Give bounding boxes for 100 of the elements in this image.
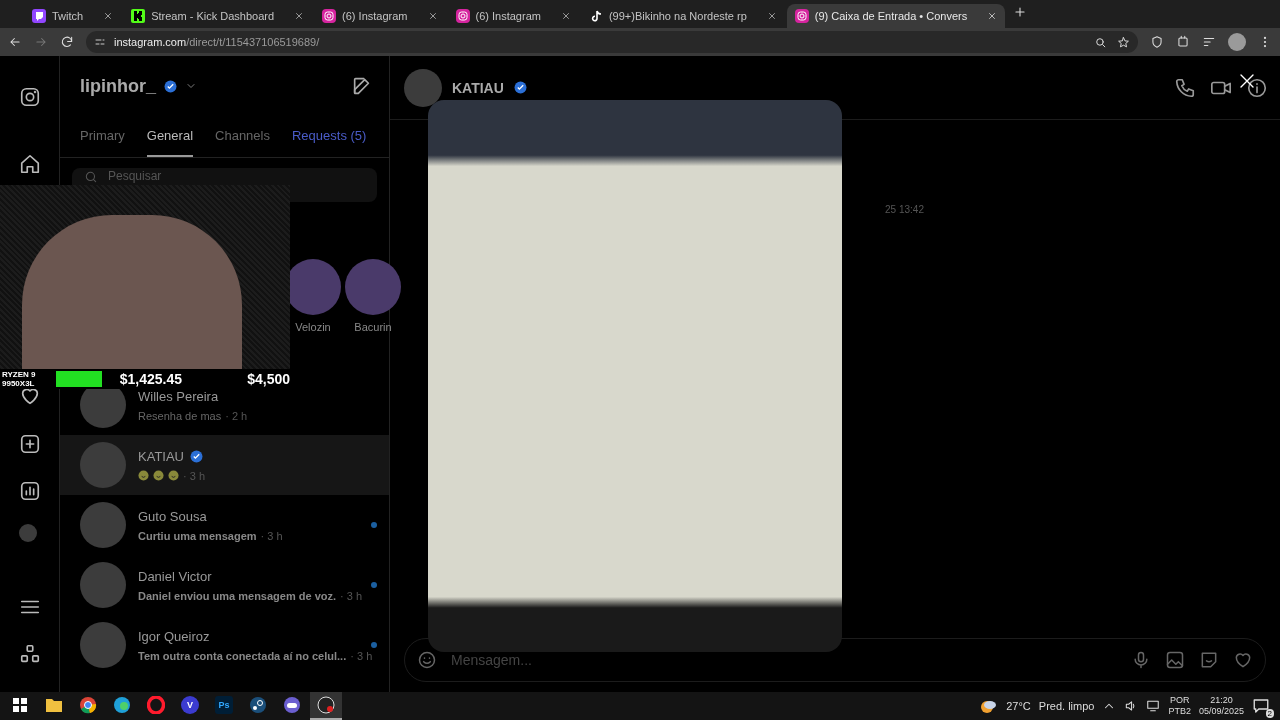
phone-icon	[1174, 76, 1196, 99]
cpu-label: RYZEN 9 9950X3L	[1, 370, 37, 388]
steam-icon[interactable]	[249, 696, 267, 714]
image-icon	[1165, 650, 1185, 670]
zoom-icon	[1094, 35, 1107, 49]
close-icon	[1238, 72, 1256, 90]
shield-icon	[1150, 35, 1164, 49]
heart-icon	[1233, 650, 1253, 670]
input-language[interactable]: POR	[1169, 695, 1190, 706]
inbox-tab[interactable]: Primary	[80, 116, 125, 157]
edge-icon[interactable]	[113, 696, 131, 714]
inbox-tab[interactable]: General	[146, 116, 194, 157]
emoji-icon	[153, 470, 164, 481]
conversation-row[interactable]: Guto Sousa Curtiu uma mensagem · 3 h	[60, 495, 389, 555]
emoji-icon	[168, 470, 179, 481]
search-icon	[84, 170, 98, 184]
note-name: Bacurin	[354, 321, 392, 333]
sticker-icon	[1199, 650, 1219, 670]
conversation-row[interactable]: Igor Queiroz Tem outra conta conectada aí no celul... · 3 h	[60, 615, 389, 675]
reading-list-icon	[1202, 35, 1216, 49]
note-name: Velozin	[295, 321, 331, 333]
contact-name: KATIAU	[138, 448, 184, 464]
message-time: · 3 h	[340, 589, 363, 602]
close-icon	[766, 11, 777, 21]
emoji-icon	[138, 470, 149, 481]
instagram-logo-icon	[455, 9, 470, 23]
conversation-row[interactable]: Daniel Victor Daniel enviou uma mensagem de voz. · 3 h	[60, 555, 389, 615]
app-icon[interactable]: V	[181, 696, 199, 714]
inbox-tab[interactable]: Requests (5)	[291, 116, 367, 157]
close-icon	[560, 11, 571, 21]
instagram-logo-icon	[322, 9, 337, 23]
clock-time[interactable]: 21:20	[1210, 695, 1233, 706]
clock-date[interactable]: 05/09/2025	[1198, 706, 1244, 717]
record-icon[interactable]	[317, 696, 335, 714]
chat-contact-name[interactable]: KATIAU	[452, 79, 504, 96]
raised-amount: $1,425.45	[118, 371, 182, 387]
controller-icon[interactable]	[283, 696, 301, 714]
reload-icon	[60, 35, 74, 49]
network-icon	[1146, 699, 1161, 713]
contact-avatar	[80, 502, 126, 548]
app-icon[interactable]: Ps	[215, 696, 233, 714]
contact-avatar	[80, 562, 126, 608]
info-icon	[1246, 76, 1268, 99]
browser-tab[interactable]: Twitch	[24, 4, 122, 28]
contact-avatar	[80, 442, 126, 488]
site-settings-icon	[94, 36, 106, 48]
star-icon	[1117, 35, 1130, 49]
back-icon	[8, 35, 22, 49]
browser-tab[interactable]: (9) Caixa de Entrada • Convers	[786, 4, 1006, 28]
browser-tab[interactable]: (6) Instagram	[447, 4, 579, 28]
opera-icon[interactable]	[147, 696, 165, 714]
profile-avatar[interactable]	[1228, 33, 1246, 51]
message-time: · 3 h	[260, 529, 283, 542]
instagram-logo-icon	[18, 86, 41, 108]
chart-icon	[18, 480, 41, 502]
contact-avatar	[80, 622, 126, 668]
apps-icon	[18, 643, 41, 665]
message-preview: Daniel enviou uma mensagem de voz.	[138, 589, 337, 602]
browser-tab[interactable]: Stream - Kick Dashboard	[123, 4, 313, 28]
keyboard-layout[interactable]: PTB2	[1168, 706, 1191, 717]
message-preview: Resenha de mas	[138, 409, 222, 422]
notifications-icon	[1252, 697, 1270, 715]
twitch-logo-icon	[32, 9, 46, 23]
browser-tab[interactable]: (99+)Bikinho na Nordeste rp	[580, 4, 785, 28]
message-preview: Curtiu uma mensagem	[138, 529, 257, 542]
address-bar[interactable]: instagram.com/direct/t/115437106519689/	[86, 31, 1138, 53]
conversation-row[interactable]: KATIAU · 3 h	[60, 435, 389, 495]
message-time: · 3 h	[350, 649, 373, 662]
inbox-tab[interactable]: Channels	[215, 116, 270, 157]
windows-start-icon[interactable]	[13, 698, 27, 712]
weather-icon	[980, 698, 999, 714]
contact-name: Igor Queiroz	[138, 628, 210, 644]
browser-tab[interactable]: (6) Instagram	[314, 4, 446, 28]
account-username[interactable]: lipinhor_	[80, 75, 156, 97]
kick-logo-icon	[131, 9, 146, 23]
close-icon	[987, 11, 998, 21]
temperature: 27°C	[1006, 700, 1031, 712]
weather-condition: Pred. limpo	[1038, 700, 1095, 712]
message-time: · 3 h	[183, 469, 205, 482]
close-icon	[427, 11, 438, 21]
plus-icon	[1013, 5, 1028, 19]
goal-bar	[56, 371, 102, 387]
close-icon	[103, 11, 114, 21]
home-icon	[18, 153, 41, 175]
microphone-icon	[1131, 650, 1151, 670]
contact-avatar	[404, 68, 442, 107]
emoji-icon	[417, 650, 437, 670]
message-timestamp: 25 13:42	[885, 204, 924, 217]
close-icon	[294, 11, 305, 21]
chrome-icon[interactable]	[79, 696, 97, 714]
contact-name: Daniel Victor	[138, 568, 212, 584]
forward-icon	[34, 35, 48, 49]
folder-icon[interactable]	[45, 697, 63, 713]
instagram-logo-icon	[794, 9, 809, 23]
create-icon	[18, 433, 41, 455]
goal-amount: $4,500	[246, 371, 290, 387]
contact-name: Guto Sousa	[138, 508, 207, 524]
notification-count: 2	[1265, 709, 1274, 718]
message-time: · 2 h	[225, 409, 248, 422]
message-preview: Tem outra conta conectada aí no celul...	[138, 649, 347, 662]
